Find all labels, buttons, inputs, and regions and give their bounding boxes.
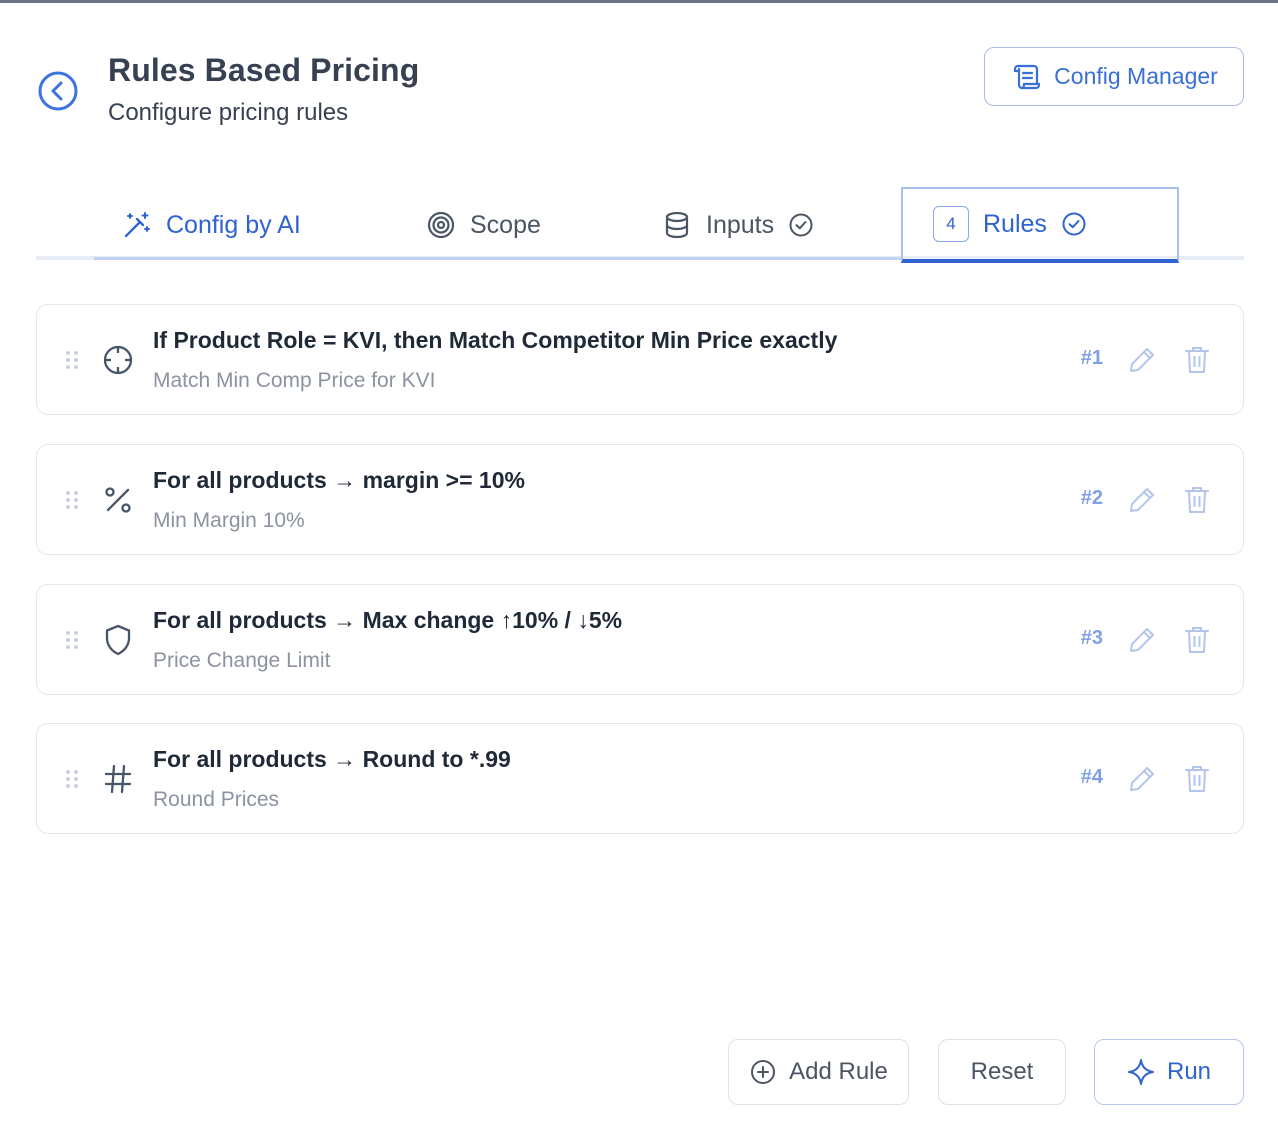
run-label: Run (1166, 1058, 1212, 1085)
tab-inputs-label: Inputs (706, 210, 775, 239)
tab-rules[interactable]: 4 Rules (901, 187, 1179, 263)
rule-title: For all products → Round to *.99 (153, 746, 511, 772)
rule-title: For all products → margin >= 10% (153, 467, 525, 493)
rule-subtitle: Match Min Comp Price for KVI (153, 369, 436, 392)
percent-icon (105, 487, 131, 513)
trash-icon[interactable] (1184, 764, 1210, 794)
chevron-left-circle-icon (38, 71, 78, 111)
rule-number: #1 (1080, 347, 1103, 369)
trash-icon[interactable] (1184, 625, 1210, 655)
drag-handle-icon[interactable] (65, 629, 79, 651)
drag-handle-icon[interactable] (65, 768, 79, 790)
drag-handle-icon[interactable] (65, 489, 79, 511)
rule-subtitle: Min Margin 10% (153, 509, 305, 532)
scroll-icon (1014, 64, 1041, 89)
rule-number: #2 (1080, 487, 1103, 509)
reset-button[interactable]: Reset (938, 1039, 1066, 1105)
trash-icon[interactable] (1184, 485, 1210, 515)
tab-inputs[interactable]: Inputs (662, 196, 814, 254)
rule-card[interactable]: For all products → margin >= 10% Min Mar… (36, 444, 1244, 555)
add-rule-label: Add Rule (789, 1058, 888, 1085)
database-icon (665, 211, 689, 239)
reset-label: Reset (970, 1058, 1034, 1085)
tab-scope[interactable]: Scope (426, 196, 541, 254)
magic-wand-icon (124, 212, 150, 238)
page-subtitle: Configure pricing rules (108, 99, 349, 126)
back-button[interactable] (37, 70, 79, 112)
rule-number: #3 (1080, 627, 1103, 649)
plus-circle-icon (751, 1060, 776, 1084)
check-circle-icon (789, 213, 813, 237)
trash-icon[interactable] (1184, 345, 1210, 375)
rule-title: If Product Role = KVI, then Match Compet… (153, 327, 838, 353)
target-icon (427, 211, 455, 239)
crosshair-icon (103, 345, 133, 375)
tab-rules-label: Rules (983, 209, 1047, 238)
tab-config-by-ai[interactable]: Config by AI (122, 196, 301, 254)
pencil-icon[interactable] (1127, 485, 1157, 515)
window-top-border (0, 0, 1278, 3)
rule-card[interactable]: For all products → Round to *.99 Round P… (36, 723, 1244, 834)
check-circle-icon (1062, 212, 1086, 236)
rule-card[interactable]: If Product Role = KVI, then Match Compet… (36, 304, 1244, 415)
drag-handle-icon[interactable] (65, 349, 79, 371)
shield-icon (105, 624, 131, 656)
pencil-icon[interactable] (1127, 625, 1157, 655)
rule-card[interactable]: For all products → Max change ↑10% / ↓5%… (36, 584, 1244, 695)
rule-number: #4 (1080, 766, 1103, 788)
pencil-icon[interactable] (1127, 764, 1157, 794)
rule-count-badge: 4 (933, 206, 969, 242)
rule-subtitle: Round Prices (153, 788, 280, 811)
tab-scope-label: Scope (470, 210, 541, 239)
hash-icon (104, 764, 132, 794)
config-manager-button[interactable]: Config Manager (984, 47, 1244, 106)
rule-subtitle: Price Change Limit (153, 649, 331, 672)
pencil-icon[interactable] (1127, 345, 1157, 375)
page-title: Rules Based Pricing (108, 52, 420, 88)
tabs-progress-line (94, 257, 902, 260)
sparkle-icon (1127, 1059, 1154, 1085)
rule-title: For all products → Max change ↑10% / ↓5% (153, 607, 623, 633)
config-manager-label: Config Manager (1054, 63, 1218, 89)
tab-config-by-ai-label: Config by AI (166, 210, 301, 239)
run-button[interactable]: Run (1094, 1039, 1244, 1105)
add-rule-button[interactable]: Add Rule (728, 1039, 909, 1105)
